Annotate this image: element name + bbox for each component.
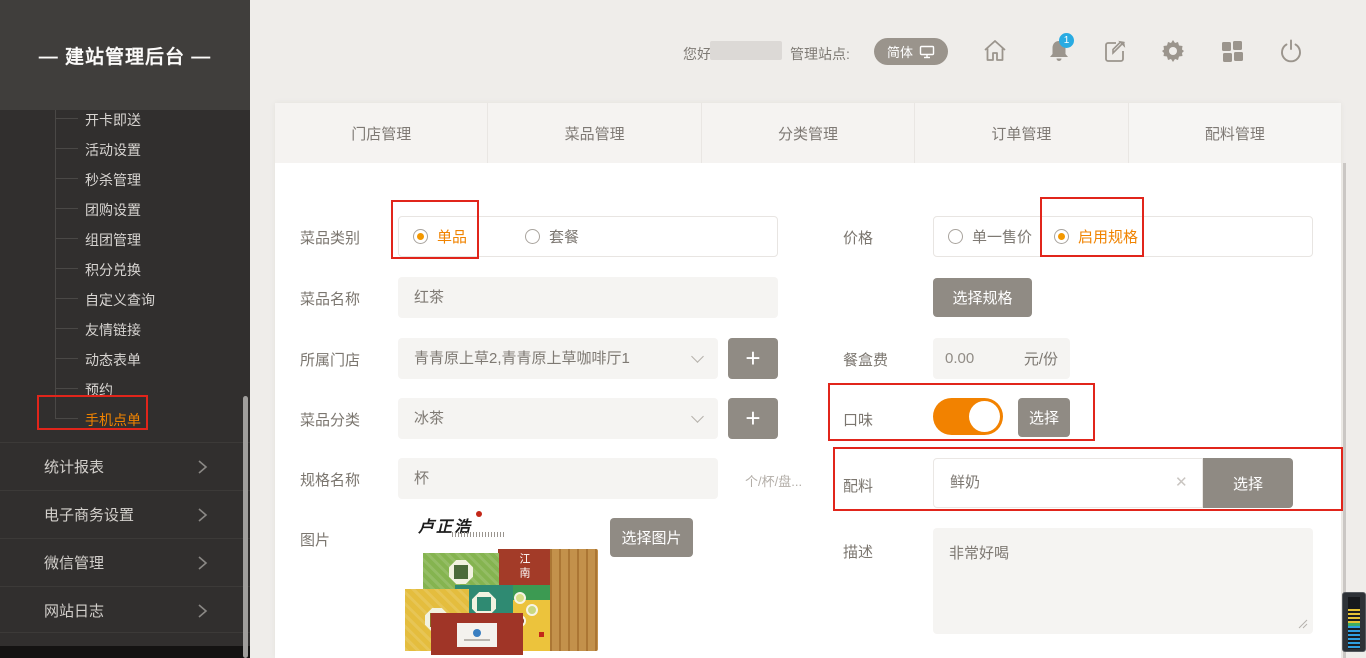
description-textarea[interactable]: 非常好喝 <box>933 528 1313 634</box>
sidebar-item-dynamic-form[interactable]: 动态表单 <box>85 350 225 368</box>
dish-name-input[interactable]: 红茶 <box>398 277 778 318</box>
resize-handle-icon[interactable] <box>1297 618 1308 629</box>
logo-red-dot-icon <box>476 511 482 517</box>
tab-ingredient-management[interactable]: 配料管理 <box>1129 103 1341 163</box>
spec-name-hint: 个/杯/盘... <box>745 471 802 490</box>
manage-site-label: 管理站点: <box>790 44 850 64</box>
price-label: 价格 <box>843 227 873 248</box>
chevron-down-icon <box>691 350 704 363</box>
chevron-right-icon <box>194 603 210 619</box>
radio-dot <box>525 229 540 244</box>
greeting-text: 您好 <box>683 44 711 64</box>
monitor-icon <box>919 45 935 59</box>
content-panel: 门店管理 菜品管理 分类管理 订单管理 配料管理 菜品类别 单品 套餐 菜品名称… <box>275 103 1341 658</box>
radio-enable-spec[interactable]: 启用规格 <box>1054 226 1138 247</box>
dish-class-label: 菜品分类 <box>300 409 360 430</box>
choose-image-button[interactable]: 选择图片 <box>610 518 693 557</box>
image-label: 图片 <box>300 529 330 550</box>
sidebar-item-points-exchange[interactable]: 积分兑换 <box>85 260 225 278</box>
spec-name-label: 规格名称 <box>300 469 360 490</box>
dish-class-select[interactable]: 冰茶 <box>398 398 718 439</box>
overlay-widget <box>1342 592 1366 652</box>
box-fee-label: 餐盒费 <box>843 349 888 370</box>
box-fee-input[interactable]: 0.00 元/份 <box>933 338 1070 379</box>
radio-dot <box>413 229 428 244</box>
edit-icon[interactable] <box>1102 38 1128 64</box>
sidebar-item-custom-query[interactable]: 自定义查询 <box>85 290 225 308</box>
tab-category-management[interactable]: 分类管理 <box>702 103 915 163</box>
power-logout-icon[interactable] <box>1278 38 1304 64</box>
sidebar-item-card-gift[interactable]: 开卡即送 <box>85 110 225 128</box>
dish-name-label: 菜品名称 <box>300 288 360 309</box>
annotation-box-mobile-ordering <box>37 395 148 430</box>
radio-single-item[interactable]: 单品 <box>413 226 467 247</box>
store-label: 所属门店 <box>300 349 360 370</box>
sidebar-item-group-buy[interactable]: 团购设置 <box>85 200 225 218</box>
price-radio-group: 单一售价 启用规格 <box>933 216 1313 257</box>
sidebar-item-friend-links[interactable]: 友情链接 <box>85 320 225 338</box>
radio-single-price[interactable]: 单一售价 <box>948 226 1032 247</box>
sidebar-section-statistics[interactable]: 统计报表 <box>0 442 250 490</box>
apps-grid-icon[interactable] <box>1219 38 1245 64</box>
store-select[interactable]: 青青原上草2,青青原上草咖啡厅1 <box>398 338 718 379</box>
tab-bar: 门店管理 菜品管理 分类管理 订单管理 配料管理 <box>275 103 1341 163</box>
tab-order-management[interactable]: 订单管理 <box>915 103 1128 163</box>
sidebar: — 建站管理后台 — 开卡即送 活动设置 秒杀管理 团购设置 组团管理 积分兑换… <box>0 0 250 658</box>
spec-name-input[interactable]: 杯 <box>398 458 718 499</box>
sidebar-section-site-logs[interactable]: 网站日志 <box>0 586 250 634</box>
add-class-button[interactable]: + <box>728 398 778 439</box>
chevron-right-icon <box>194 555 210 571</box>
settings-gear-icon[interactable] <box>1160 38 1186 64</box>
chevron-right-icon <box>194 459 210 475</box>
sidebar-section-wechat[interactable]: 微信管理 <box>0 538 250 586</box>
ingredient-label: 配料 <box>843 475 873 496</box>
app-title: — 建站管理后台 — <box>39 42 212 69</box>
dish-image-preview: 江南 <box>403 541 603 655</box>
description-label: 描述 <box>843 541 873 562</box>
username-redacted <box>710 41 782 60</box>
sidebar-section-ecommerce[interactable]: 电子商务设置 <box>0 490 250 538</box>
dish-category-radio-group: 单品 套餐 <box>398 216 778 257</box>
content-scrollbar[interactable] <box>1343 163 1346 658</box>
ingredient-choose-button[interactable]: 选择 <box>1203 458 1293 508</box>
home-icon[interactable] <box>982 38 1008 64</box>
radio-set-meal[interactable]: 套餐 <box>525 226 579 247</box>
chevron-down-icon <box>691 410 704 423</box>
add-store-button[interactable]: + <box>728 338 778 379</box>
ingredient-input[interactable]: 鲜奶 <box>933 458 1203 508</box>
tab-dish-management[interactable]: 菜品管理 <box>488 103 701 163</box>
sidebar-item-group-manage[interactable]: 组团管理 <box>85 230 225 248</box>
flavor-label: 口味 <box>843 409 873 430</box>
radio-dot <box>948 229 963 244</box>
flavor-choose-button[interactable]: 选择 <box>1018 398 1070 437</box>
sidebar-tree-line <box>55 110 56 418</box>
clear-icon[interactable]: ✕ <box>1175 473 1188 491</box>
radio-dot <box>1054 229 1069 244</box>
language-site-button[interactable]: 简体 <box>874 38 948 65</box>
notifications-bell-icon[interactable]: 1 <box>1046 38 1072 64</box>
choose-spec-button[interactable]: 选择规格 <box>933 278 1032 317</box>
sidebar-item-activity-settings[interactable]: 活动设置 <box>85 140 225 158</box>
tab-store-management[interactable]: 门店管理 <box>275 103 488 163</box>
chevron-right-icon <box>194 507 210 523</box>
sidebar-header: — 建站管理后台 — <box>0 0 250 110</box>
notification-badge: 1 <box>1059 33 1074 48</box>
dish-category-label: 菜品类别 <box>300 227 360 248</box>
flavor-toggle[interactable] <box>933 398 1003 435</box>
sidebar-scrollbar[interactable] <box>243 396 248 658</box>
sidebar-item-flash-sale[interactable]: 秒杀管理 <box>85 170 225 188</box>
